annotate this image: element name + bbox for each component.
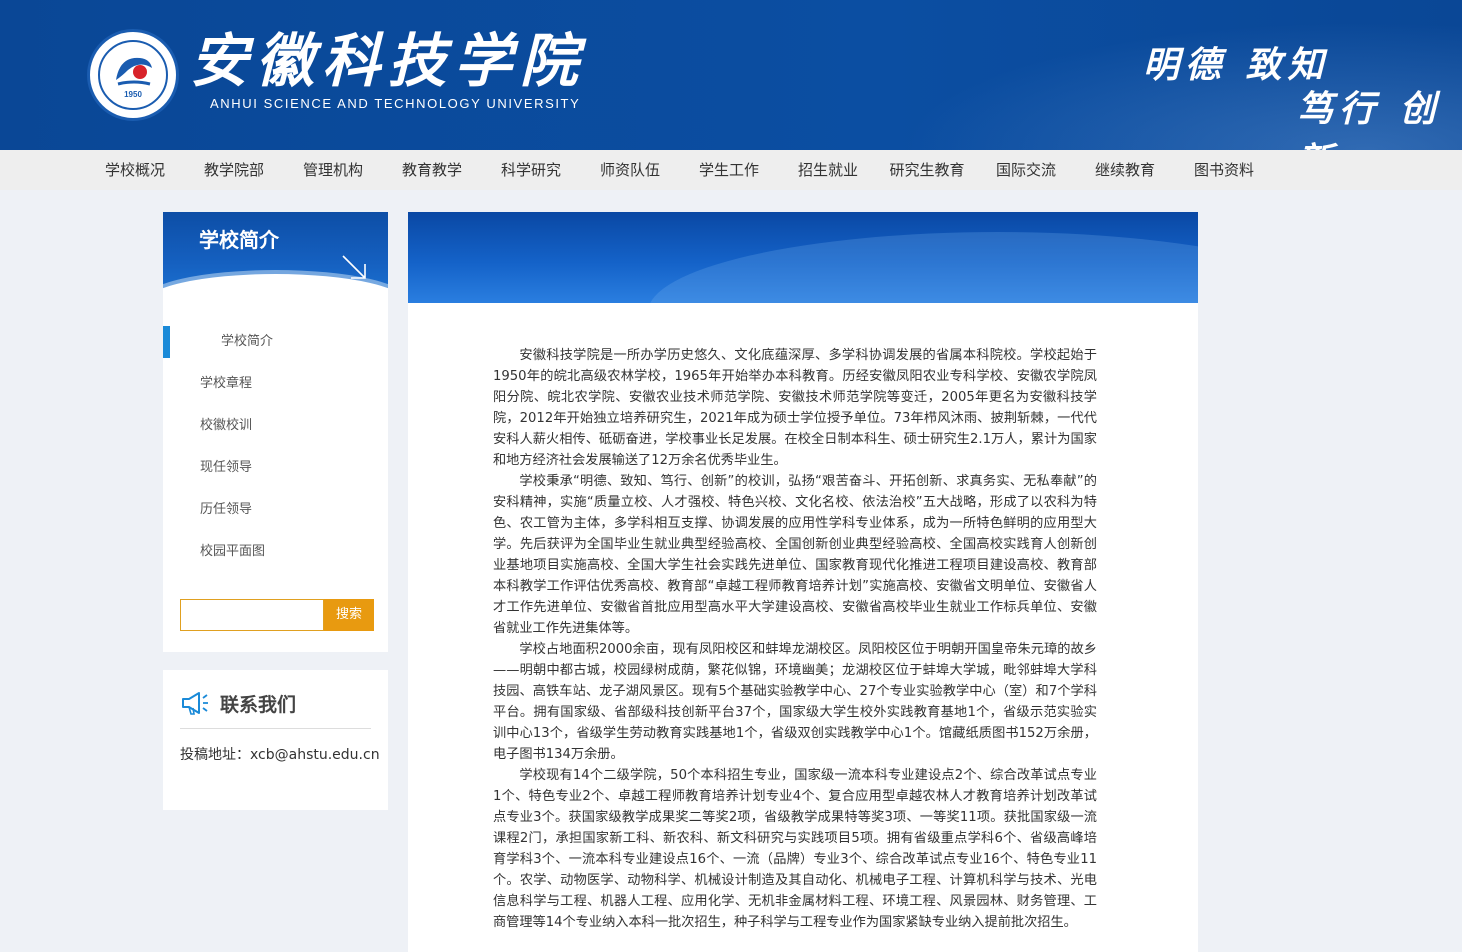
- megaphone-icon: [182, 692, 208, 715]
- sidebar-item-emblem-motto[interactable]: 校徽校训: [163, 410, 388, 442]
- nav-item-graduate[interactable]: 研究生教育: [879, 150, 975, 190]
- nav-item-administration[interactable]: 管理机构: [285, 150, 381, 190]
- university-name[interactable]: 安徽科技学院: [190, 26, 586, 96]
- content-banner: [408, 212, 1198, 303]
- contact-card: 联系我们 投稿地址：xcb@ahstu.edu.cn: [163, 670, 388, 810]
- search-input[interactable]: [180, 599, 324, 631]
- article-paragraph: 学校秉承“明德、致知、笃行、创新”的校训，弘扬“艰苦奋斗、开拓创新、求真务实、无…: [493, 474, 1097, 636]
- arrow-down-right-icon: [342, 255, 366, 279]
- site-header: 1950 安徽科技学院 ANHUI SCIENCE AND TECHNOLOGY…: [0, 0, 1462, 150]
- sidebar-item-label: 现任领导: [200, 460, 253, 475]
- nav-item-student-affairs[interactable]: 学生工作: [681, 150, 777, 190]
- sidebar-item-label: 学校简介: [221, 334, 274, 349]
- emblem-year: 1950: [124, 90, 142, 99]
- sidebar-item-current-leaders[interactable]: 现任领导: [163, 452, 388, 484]
- nav-item-faculty[interactable]: 师资队伍: [582, 150, 678, 190]
- banner-sheen: [648, 232, 1198, 303]
- emblem-core-icon: [116, 57, 152, 86]
- sidebar-item-campus-map[interactable]: 校园平面图: [163, 536, 388, 568]
- motto-line-2: 笃行 创新: [1297, 88, 1442, 150]
- sidebar-title: 学校简介: [199, 228, 279, 252]
- sidebar: 学校简介 学校简介 学校章程 校徽校训 现任领导 历任领导 校园平面图 搜索: [163, 212, 388, 652]
- nav-item-research[interactable]: 科学研究: [483, 150, 579, 190]
- active-indicator: [163, 326, 170, 358]
- nav-item-admissions[interactable]: 招生就业: [780, 150, 876, 190]
- contact-address[interactable]: 投稿地址：xcb@ahstu.edu.cn: [180, 744, 380, 764]
- nav-item-school-overview[interactable]: 学校概况: [87, 150, 183, 190]
- sidebar-item-former-leaders[interactable]: 历任领导: [163, 494, 388, 526]
- search-button[interactable]: 搜索: [324, 599, 374, 631]
- content-area: 安徽科技学院是一所办学历史悠久、文化底蕴深厚、多学科协调发展的省属本科院校。学校…: [408, 303, 1198, 952]
- sidebar-item-label: 校园平面图: [200, 544, 266, 559]
- sidebar-item-charter[interactable]: 学校章程: [163, 368, 388, 400]
- article-body: 安徽科技学院是一所办学历史悠久、文化底蕴深厚、多学科协调发展的省属本科院校。学校…: [493, 345, 1097, 933]
- main-nav: 学校概况 教学院部 管理机构 教育教学 科学研究 师资队伍 学生工作 招生就业 …: [0, 150, 1462, 190]
- nav-item-continuing-education[interactable]: 继续教育: [1077, 150, 1173, 190]
- divider: [180, 728, 371, 729]
- university-english-name: ANHUI SCIENCE AND TECHNOLOGY UNIVERSITY: [210, 96, 581, 111]
- sidebar-header: 学校简介: [163, 212, 388, 304]
- article-paragraph: 学校占地面积2000余亩，现有凤阳校区和蚌埠龙湖校区。凤阳校区位于明朝开国皇帝朱…: [493, 642, 1097, 762]
- contact-title: 联系我们: [220, 694, 297, 716]
- university-emblem-icon[interactable]: 1950: [87, 29, 179, 121]
- sidebar-item-school-intro[interactable]: 学校简介: [163, 326, 388, 358]
- nav-item-education[interactable]: 教育教学: [384, 150, 480, 190]
- sidebar-item-label: 历任领导: [200, 502, 253, 517]
- article-paragraph: 学校现有14个二级学院，50个本科招生专业，国家级一流本科专业建设点2个、综合改…: [493, 768, 1097, 930]
- nav-item-colleges[interactable]: 教学院部: [186, 150, 282, 190]
- article-paragraph: 安徽科技学院是一所办学历史悠久、文化底蕴深厚、多学科协调发展的省属本科院校。学校…: [493, 348, 1097, 468]
- sidebar-item-label: 校徽校训: [200, 418, 253, 433]
- nav-item-international[interactable]: 国际交流: [978, 150, 1074, 190]
- sidebar-item-label: 学校章程: [200, 376, 253, 391]
- nav-item-library[interactable]: 图书资料: [1176, 150, 1272, 190]
